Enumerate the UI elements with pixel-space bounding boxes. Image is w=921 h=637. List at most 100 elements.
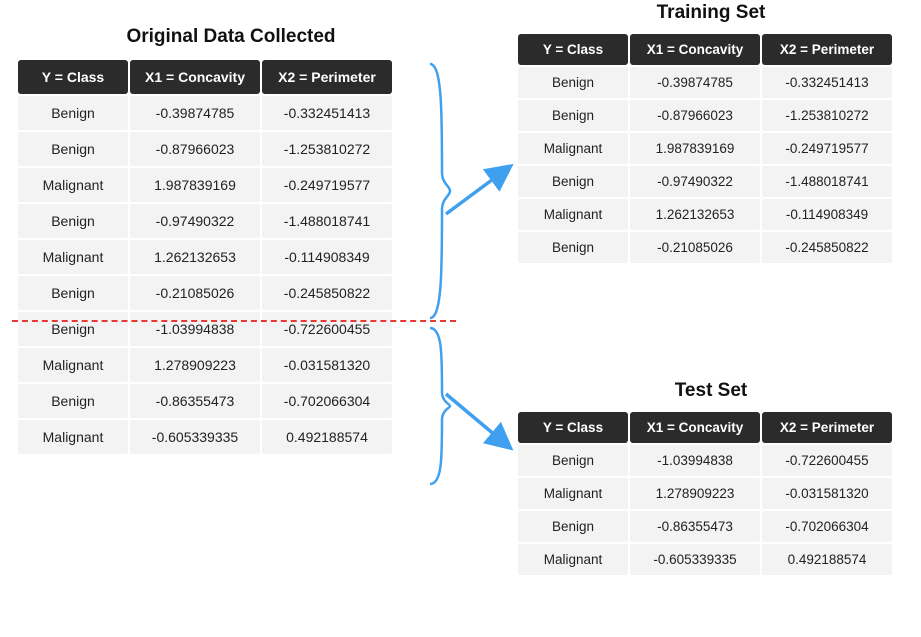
test-section: Test Set Y = Class X1 = Concavity X2 = P…: [516, 380, 906, 577]
table-row: Benign-0.97490322-1.488018741: [18, 204, 392, 238]
cell-x1: 1.262132653: [130, 240, 260, 274]
table-row: Malignant1.262132653-0.114908349: [518, 199, 892, 230]
cell-y: Malignant: [18, 420, 128, 454]
cell-y: Malignant: [518, 478, 628, 509]
cell-x2: -0.114908349: [762, 199, 892, 230]
col-x1: X1 = Concavity: [630, 34, 760, 65]
col-y: Y = Class: [518, 34, 628, 65]
col-x2: X2 = Perimeter: [762, 34, 892, 65]
cell-x2: -0.332451413: [262, 96, 392, 130]
cell-y: Benign: [518, 445, 628, 476]
brace-top-icon: [428, 62, 452, 320]
arrow-to-training-icon: [442, 160, 520, 220]
table-row: Benign-1.03994838-0.722600455: [18, 312, 392, 346]
cell-x2: -0.702066304: [262, 384, 392, 418]
cell-x2: -0.249719577: [762, 133, 892, 164]
col-x1: X1 = Concavity: [630, 412, 760, 443]
cell-x1: -0.39874785: [630, 67, 760, 98]
table-row: Malignant1.987839169-0.249719577: [518, 133, 892, 164]
cell-y: Benign: [518, 67, 628, 98]
cell-y: Benign: [18, 312, 128, 346]
table-row: Malignant1.278909223-0.031581320: [18, 348, 392, 382]
table-row: Benign-1.03994838-0.722600455: [518, 445, 892, 476]
cell-x1: -0.87966023: [630, 100, 760, 131]
cell-x1: -0.605339335: [630, 544, 760, 575]
cell-x2: -0.245850822: [762, 232, 892, 263]
cell-x2: -1.488018741: [762, 166, 892, 197]
cell-x2: -0.031581320: [762, 478, 892, 509]
cell-x2: -1.253810272: [262, 132, 392, 166]
table-row: Benign-0.21085026-0.245850822: [18, 276, 392, 310]
cell-y: Benign: [18, 204, 128, 238]
cell-y: Benign: [518, 166, 628, 197]
original-table: Y = Class X1 = Concavity X2 = Perimeter …: [16, 58, 394, 456]
table-row: Malignant1.987839169-0.249719577: [18, 168, 392, 202]
cell-x2: -0.249719577: [262, 168, 392, 202]
table-row: Benign-0.86355473-0.702066304: [18, 384, 392, 418]
cell-x2: -1.488018741: [262, 204, 392, 238]
training-table: Y = Class X1 = Concavity X2 = Perimeter …: [516, 32, 894, 265]
train-test-split-line: [12, 320, 456, 322]
original-table-wrap: Y = Class X1 = Concavity X2 = Perimeter …: [16, 58, 446, 456]
cell-x1: -0.605339335: [130, 420, 260, 454]
cell-x2: -0.702066304: [762, 511, 892, 542]
arrow-to-test-icon: [442, 388, 520, 458]
cell-x2: -1.253810272: [762, 100, 892, 131]
table-row: Malignant-0.6053393350.492188574: [18, 420, 392, 454]
table-row: Malignant1.278909223-0.031581320: [518, 478, 892, 509]
original-section: Original Data Collected Y = Class X1 = C…: [16, 26, 446, 456]
cell-y: Malignant: [518, 199, 628, 230]
cell-y: Malignant: [18, 240, 128, 274]
brace-bottom-icon: [428, 326, 452, 486]
table-row: Benign-0.39874785-0.332451413: [18, 96, 392, 130]
cell-y: Malignant: [18, 168, 128, 202]
cell-x1: -0.97490322: [130, 204, 260, 238]
cell-x1: -0.86355473: [130, 384, 260, 418]
cell-y: Benign: [518, 511, 628, 542]
cell-x1: 1.987839169: [630, 133, 760, 164]
cell-x1: -0.21085026: [130, 276, 260, 310]
table-row: Benign-0.87966023-1.253810272: [18, 132, 392, 166]
cell-x2: -0.722600455: [762, 445, 892, 476]
test-title: Test Set: [516, 380, 906, 402]
table-row: Benign-0.21085026-0.245850822: [518, 232, 892, 263]
cell-x1: -1.03994838: [130, 312, 260, 346]
table-row: Benign-0.86355473-0.702066304: [518, 511, 892, 542]
test-table: Y = Class X1 = Concavity X2 = Perimeter …: [516, 410, 894, 577]
cell-x1: 1.278909223: [630, 478, 760, 509]
table-row: Malignant1.262132653-0.114908349: [18, 240, 392, 274]
cell-x2: 0.492188574: [262, 420, 392, 454]
cell-x2: 0.492188574: [762, 544, 892, 575]
col-x2: X2 = Perimeter: [262, 60, 392, 94]
cell-x1: -0.39874785: [130, 96, 260, 130]
col-x1: X1 = Concavity: [130, 60, 260, 94]
cell-x1: 1.987839169: [130, 168, 260, 202]
cell-x1: 1.262132653: [630, 199, 760, 230]
col-x2: X2 = Perimeter: [762, 412, 892, 443]
cell-x1: -0.87966023: [130, 132, 260, 166]
cell-x1: 1.278909223: [130, 348, 260, 382]
cell-x2: -0.114908349: [262, 240, 392, 274]
cell-x2: -0.722600455: [262, 312, 392, 346]
cell-x1: -1.03994838: [630, 445, 760, 476]
table-row: Malignant-0.6053393350.492188574: [518, 544, 892, 575]
cell-x2: -0.245850822: [262, 276, 392, 310]
table-row: Benign-0.39874785-0.332451413: [518, 67, 892, 98]
cell-x1: -0.97490322: [630, 166, 760, 197]
cell-y: Benign: [18, 132, 128, 166]
cell-x1: -0.86355473: [630, 511, 760, 542]
cell-y: Benign: [518, 232, 628, 263]
training-title: Training Set: [516, 2, 906, 24]
cell-x2: -0.031581320: [262, 348, 392, 382]
col-y: Y = Class: [518, 412, 628, 443]
table-row: Benign-0.87966023-1.253810272: [518, 100, 892, 131]
cell-y: Benign: [18, 276, 128, 310]
col-y: Y = Class: [18, 60, 128, 94]
cell-y: Benign: [18, 384, 128, 418]
cell-x1: -0.21085026: [630, 232, 760, 263]
original-title: Original Data Collected: [16, 26, 446, 48]
cell-y: Benign: [18, 96, 128, 130]
table-row: Benign-0.97490322-1.488018741: [518, 166, 892, 197]
cell-y: Malignant: [518, 544, 628, 575]
cell-x2: -0.332451413: [762, 67, 892, 98]
